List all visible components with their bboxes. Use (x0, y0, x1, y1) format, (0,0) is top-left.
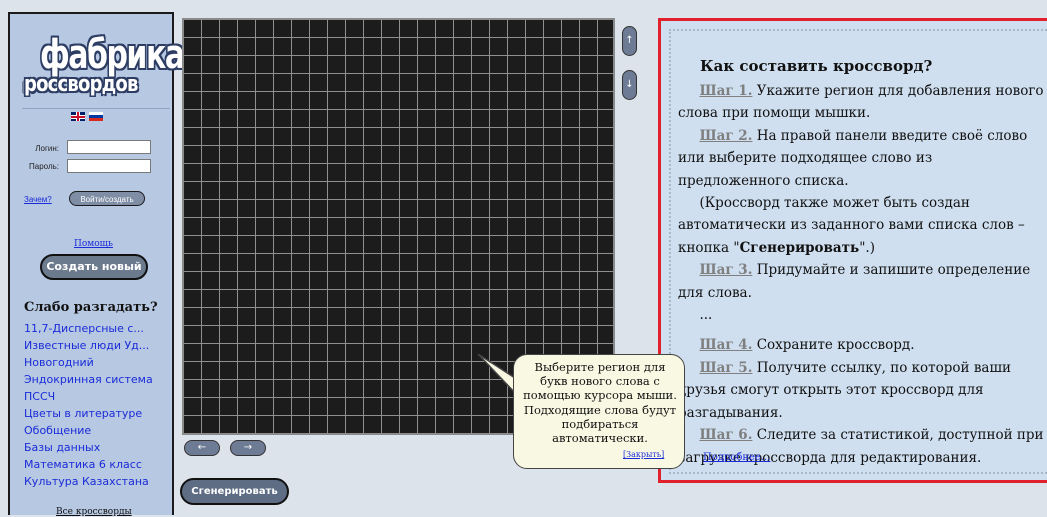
flag-uk-icon[interactable] (71, 112, 85, 121)
list-item[interactable]: Эндокринная система (24, 371, 153, 388)
password-field[interactable] (67, 159, 151, 173)
scroll-left-button[interactable]: ← (184, 440, 220, 456)
step-4-text: Сохраните кроссворд. (752, 337, 915, 354)
list-item[interactable]: Культура Казахстана (24, 473, 153, 490)
step-1-link[interactable]: Шаг 1. (699, 83, 752, 99)
list-item[interactable]: ПССЧ (24, 388, 153, 405)
list-item[interactable]: Новогодний (24, 354, 153, 371)
create-new-button[interactable]: Создать новый (40, 254, 148, 280)
list-item[interactable]: 11,7-Дисперсные с... (24, 320, 153, 337)
list-item[interactable]: Базы данных (24, 439, 153, 456)
site-logo[interactable]: фабрика К россвордов (22, 28, 185, 112)
list-item[interactable]: Цветы в литературе (24, 405, 153, 422)
list-item[interactable]: Обобщение (24, 422, 153, 439)
ellipsis: ... (699, 307, 713, 324)
generate-button[interactable]: Сгенерировать (180, 478, 289, 505)
step-6-link[interactable]: Шаг 6. (699, 427, 752, 443)
step-5-link[interactable]: Шаг 5. (699, 360, 752, 376)
scroll-right-button[interactable]: → (230, 440, 266, 456)
arrow-left-icon: ← (197, 442, 207, 453)
list-item[interactable]: Математика 6 класс (24, 456, 153, 473)
arrow-up-icon: ↑ (625, 35, 634, 46)
instructions-text: Шаг 1. Укажите регион для добавления нов… (678, 80, 1046, 469)
all-crosswords-link[interactable]: Все кроссворды (56, 507, 132, 517)
arrow-right-icon: → (243, 442, 253, 453)
login-button[interactable]: Войти/создать (69, 191, 145, 206)
more-link[interactable]: Подробнее... (703, 452, 770, 463)
crossword-list: 11,7-Дисперсные с... Известные люди Уд..… (24, 320, 153, 490)
scroll-down-button[interactable]: ↓ (622, 70, 637, 100)
step-3-link[interactable]: Шаг 3. (699, 262, 752, 278)
step-4-link[interactable]: Шаг 4. (699, 337, 752, 353)
password-label: Пароль: (29, 162, 59, 171)
logo-word-2: россвордов (24, 72, 138, 97)
login-label: Логин: (35, 144, 59, 153)
help-tooltip: Выберите регион для букв нового слова с … (513, 354, 685, 469)
flag-ru-icon[interactable] (89, 112, 103, 121)
step-2-link[interactable]: Шаг 2. (699, 128, 752, 144)
section-title: Слабо разгадать? (24, 300, 158, 315)
language-switcher (71, 112, 107, 131)
arrow-down-icon: ↓ (625, 79, 634, 90)
sidebar: фабрика К россвордов Логин: Пароль: Заче… (8, 12, 185, 517)
why-link[interactable]: Зачем? (24, 195, 52, 204)
list-item[interactable]: Известные люди Уд... (24, 337, 153, 354)
tooltip-text: Выберите регион для букв нового слова с … (523, 360, 677, 446)
panel-title: Как составить кроссворд? (700, 57, 933, 75)
note-bold: Сгенерировать (739, 239, 860, 256)
note-text-2: ".) (859, 239, 875, 256)
tooltip-close-link[interactable]: [Закрыть] (623, 450, 664, 459)
divider (22, 108, 170, 109)
scroll-up-button[interactable]: ↑ (622, 26, 637, 56)
login-field[interactable] (67, 140, 151, 154)
help-link[interactable]: Помощь (74, 239, 113, 249)
